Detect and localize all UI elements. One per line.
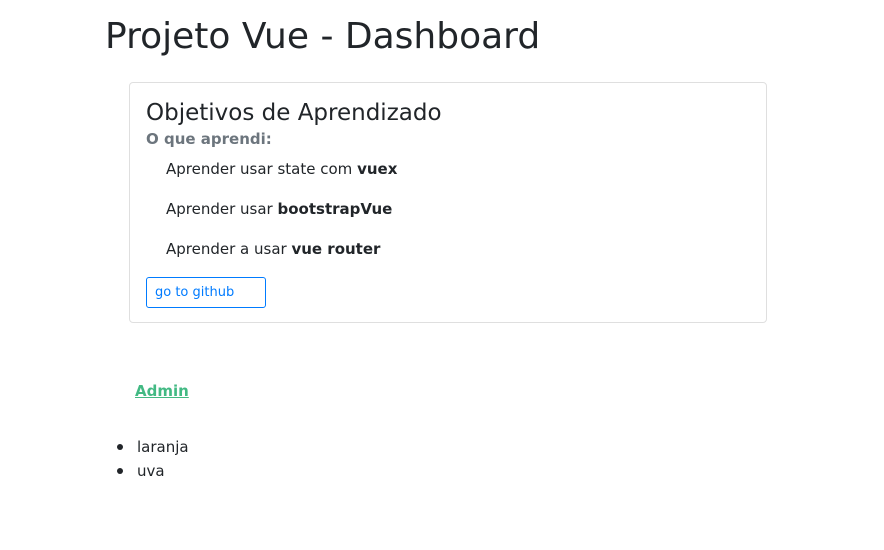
objective-text: Aprender usar state com bbox=[166, 160, 358, 178]
objective-highlight: vue router bbox=[291, 240, 381, 258]
card-subtitle: O que aprendi: bbox=[146, 130, 272, 148]
objective-text: Aprender usar bbox=[166, 200, 278, 218]
objective-item: Aprender usar state com vuex bbox=[166, 159, 397, 199]
go-to-github-button[interactable]: go to github bbox=[146, 277, 266, 308]
page-title: Projeto Vue - Dashboard bbox=[105, 16, 541, 57]
list-item: laranja bbox=[117, 435, 189, 459]
objective-highlight: bootstrapVue bbox=[277, 200, 393, 218]
fruit-list: laranja uva bbox=[117, 435, 189, 483]
objective-item: Aprender a usar vue router bbox=[166, 239, 397, 279]
card-title: Objetivos de Aprendizado bbox=[146, 100, 442, 126]
objectives-list: Aprender usar state com vuex Aprender us… bbox=[166, 159, 397, 279]
list-item: uva bbox=[117, 459, 189, 483]
objective-highlight: vuex bbox=[357, 160, 398, 178]
objective-text: Aprender a usar bbox=[166, 240, 292, 258]
admin-link[interactable]: Admin bbox=[135, 381, 189, 401]
learning-objectives-card: Objetivos de Aprendizado O que aprendi: … bbox=[129, 82, 767, 323]
objective-item: Aprender usar bootstrapVue bbox=[166, 199, 397, 239]
